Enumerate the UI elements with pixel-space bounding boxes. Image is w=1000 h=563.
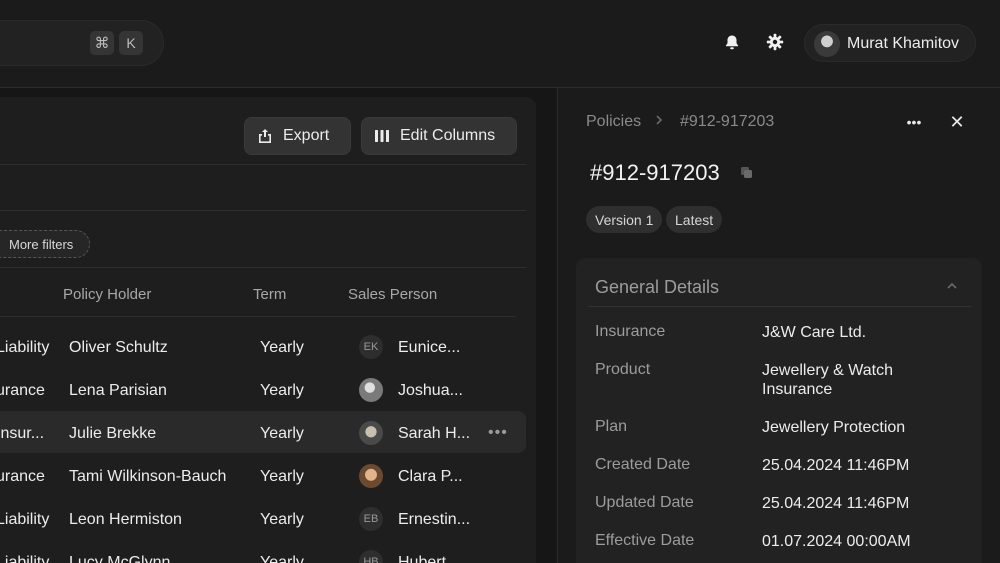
table-cell-term: Yearly (260, 554, 304, 563)
export-label: Export (283, 127, 330, 144)
edit-columns-label: Edit Columns (400, 127, 496, 144)
table-cell-term: Yearly (260, 468, 304, 485)
table-cell-term: Yearly (260, 339, 304, 356)
shortcut-key-cmd: ⌘ (90, 31, 114, 55)
table-cell-product: urance (0, 468, 45, 485)
more-options-button[interactable]: ••• (904, 112, 924, 132)
avatar (359, 464, 383, 488)
user-menu[interactable]: Murat Khamitov (804, 24, 976, 62)
table-cell-term: Yearly (260, 382, 304, 399)
avatar: EB (359, 507, 383, 531)
more-filters-button[interactable]: More filters (0, 230, 90, 258)
table-cell-holder[interactable]: Oliver Schultz (69, 339, 168, 357)
row-more-button[interactable]: ••• (488, 424, 508, 442)
table-cell-sales: Joshua... (398, 382, 463, 399)
edit-columns-button[interactable]: Edit Columns (361, 117, 517, 155)
field-label-product: Product (595, 361, 651, 378)
avatar (359, 421, 383, 445)
breadcrumb-current: #912-917203 (680, 113, 775, 130)
column-header-sales-person[interactable]: Sales Person (348, 286, 437, 303)
chevron-right-icon (654, 113, 664, 131)
version-badge: Version 1 (586, 206, 663, 233)
more-filters-label: More filters (9, 236, 74, 252)
chevron-up-icon[interactable] (944, 278, 960, 294)
field-value-created-date: 25.04.2024 11:46PM (762, 457, 910, 474)
field-value-effective-date: 01.07.2024 00:00AM (762, 533, 911, 550)
table-cell-product: Liability (0, 339, 50, 356)
divider (0, 267, 526, 268)
copy-icon[interactable] (740, 166, 754, 180)
close-button[interactable]: ✕ (947, 112, 967, 132)
divider (0, 316, 516, 317)
user-name: Murat Khamitov (847, 35, 960, 52)
field-value-updated-date: 25.04.2024 11:46PM (762, 495, 910, 512)
field-label-effective-date: Effective Date (595, 532, 695, 549)
page-title: #912-917203 (590, 160, 720, 185)
table-cell-sales: Clara P... (398, 468, 463, 485)
table-cell-holder[interactable]: Leon Hermiston (69, 511, 182, 529)
gear-icon[interactable] (766, 33, 784, 51)
policies-table-panel (0, 97, 536, 563)
avatar: EK (359, 335, 383, 359)
table-cell-product: Insur... (0, 425, 45, 442)
avatar (359, 378, 383, 402)
general-details-card (576, 258, 982, 563)
breadcrumb-policies[interactable]: Policies (586, 113, 641, 131)
table-cell-holder[interactable]: Lucy McGlynn (69, 554, 170, 563)
field-value-plan: Jewellery Protection (762, 419, 906, 436)
bell-icon[interactable] (723, 33, 741, 51)
table-cell-holder[interactable]: Julie Brekke (69, 425, 156, 443)
field-label-plan: Plan (595, 418, 628, 435)
divider (588, 306, 971, 307)
field-label-insurance: Insurance (595, 323, 666, 340)
section-title: General Details (595, 277, 720, 297)
columns-icon (375, 130, 389, 142)
export-icon (259, 129, 271, 143)
table-cell-sales: Eunice... (398, 339, 461, 356)
table-cell-sales: Hubert... (398, 554, 460, 563)
latest-badge: Latest (666, 206, 723, 233)
column-header-policy-holder[interactable]: Policy Holder (63, 286, 151, 303)
table-cell-sales: Ernestin... (398, 511, 471, 528)
column-header-term[interactable]: Term (253, 286, 286, 303)
table-cell-term: Yearly (260, 425, 304, 442)
field-label-updated-date: Updated Date (595, 494, 694, 511)
shortcut-key-k: K (119, 31, 143, 55)
table-cell-holder[interactable]: Tami Wilkinson-Bauch (69, 468, 226, 486)
table-cell-product: urance (0, 382, 45, 399)
table-cell-product: Liability (0, 511, 50, 528)
export-button[interactable]: Export (244, 117, 351, 155)
table-cell-holder[interactable]: Lena Parisian (69, 382, 167, 400)
table-cell-sales: Sarah H... (398, 425, 471, 442)
field-value-insurance: J&W Care Ltd. (762, 324, 867, 341)
field-label-created-date: Created Date (595, 456, 691, 473)
divider (0, 210, 526, 211)
avatar (814, 31, 840, 57)
table-cell-term: Yearly (260, 511, 304, 528)
divider (0, 164, 526, 165)
field-value-product: Jewellery & Watch Insurance (762, 362, 893, 398)
table-cell-product: Liability (0, 554, 50, 563)
